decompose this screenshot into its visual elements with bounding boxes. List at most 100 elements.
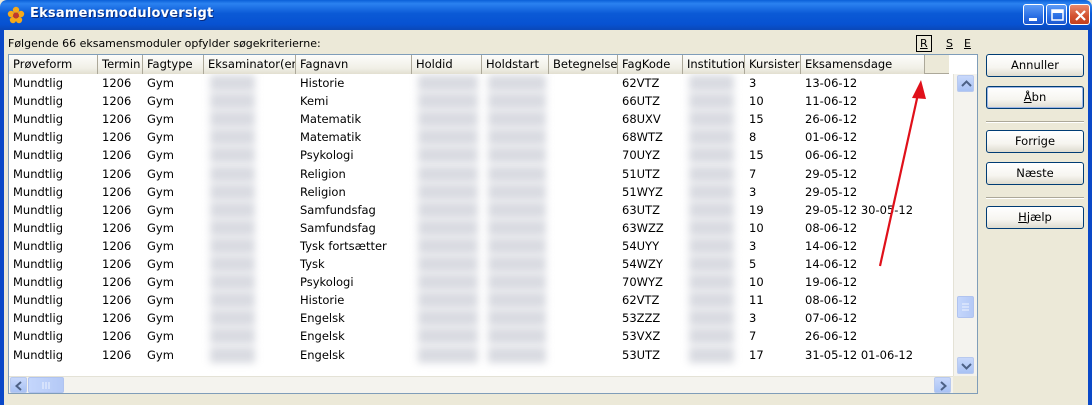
redacted-cell — [689, 147, 734, 164]
table-row[interactable]: Mundtlig 1206 Gym Kemi 66UTZ 10 11-06-12 — [9, 92, 953, 110]
table-cell — [549, 74, 618, 92]
table-body[interactable]: Mundtlig 1206 Gym Historie 62VTZ 3 13-06-12 Mun… — [9, 74, 953, 374]
redacted-cell — [210, 237, 255, 254]
table-cell: 11-06-12 — [805, 94, 858, 109]
table-row[interactable]: Mundtlig 1206 Gym Religion 51WYZ 3 29-05-12 — [9, 183, 953, 200]
table-cell: 1206 — [102, 275, 132, 290]
table-cell: 08-06-12 — [805, 220, 858, 235]
table-cell — [549, 327, 618, 345]
table-row[interactable]: Mundtlig 1206 Gym Tysk 54WZY 5 14-06-12 — [9, 255, 953, 272]
table-row[interactable]: Mundtlig 1206 Gym Engelsk 53VXZ 7 26-06-12 — [9, 327, 953, 345]
table-cell: Mundtlig — [13, 329, 63, 344]
title-bar[interactable]: Eksamensmoduloversigt — [0, 0, 1092, 30]
annuller-button[interactable]: Annuller — [986, 54, 1084, 77]
table-row[interactable]: Mundtlig 1206 Gym Historie 62VTZ 11 08-06-12 — [9, 291, 953, 309]
maximize-icon — [1051, 9, 1064, 21]
minimize-button[interactable] — [1023, 4, 1044, 25]
redacted-cell — [418, 183, 478, 200]
table-cell: Matematik — [300, 112, 362, 127]
abn-mnemonic: Å — [1023, 90, 1032, 104]
vertical-scroll-thumb[interactable] — [957, 296, 974, 318]
redacted-cell — [418, 219, 478, 236]
redacted-cell — [210, 147, 255, 164]
table-row[interactable]: Mundtlig 1206 Gym Religion 51UTZ 7 29-05-12 — [9, 165, 953, 182]
column-header[interactable]: Fagtype — [143, 55, 204, 74]
redacted-cell — [418, 310, 478, 327]
table-row[interactable]: Mundtlig 1206 Gym Psykologi 70WYZ 10 19-06-12 — [9, 273, 953, 291]
scroll-down-button[interactable] — [957, 357, 974, 374]
redacted-cell — [689, 274, 734, 291]
table-cell: Gym — [147, 347, 174, 362]
redacted-cell — [689, 219, 734, 236]
table-cell: Mundtlig — [13, 220, 63, 235]
close-button[interactable] — [1069, 4, 1090, 25]
scroll-up-button[interactable] — [957, 75, 974, 92]
horizontal-scrollbar[interactable] — [9, 376, 953, 393]
table-cell: 14-06-12 — [805, 238, 858, 253]
redacted-cell — [689, 93, 734, 110]
hjaelp-button[interactable]: Hjælp — [986, 206, 1084, 229]
table-row[interactable]: Mundtlig 1206 Gym Matematik 68UXV 15 26-06-12 — [9, 110, 953, 128]
table-row[interactable]: Mundtlig 1206 Gym Matematik 68WTZ 8 01-06-12 — [9, 128, 953, 146]
table-row[interactable]: Mundtlig 1206 Gym Engelsk 53ZZZ 3 07-06-12 — [9, 309, 953, 327]
sort-s-link[interactable]: S — [946, 37, 953, 50]
abn-button[interactable]: Åbn — [986, 86, 1084, 109]
column-header[interactable]: Eksamensdage — [801, 55, 925, 74]
table-cell: Gym — [147, 166, 174, 181]
forrige-label: Forrige — [1014, 134, 1056, 148]
table-cell: Kemi — [300, 94, 329, 109]
redacted-cell — [689, 237, 734, 254]
vertical-scrollbar[interactable] — [953, 74, 977, 376]
scroll-right-button[interactable] — [934, 377, 951, 393]
table-row[interactable]: Mundtlig 1206 Gym Tysk fortsætter 54UYY 3 14-0… — [9, 237, 953, 254]
table-cell: 31-05-12 01-06-12 — [805, 347, 914, 362]
exam-module-table[interactable]: Prøveform Termin Fagtype Eksaminator(er) Fag… — [8, 54, 978, 394]
table-row[interactable]: Mundtlig 1206 Gym Historie 62VTZ 3 13-06-12 — [9, 74, 953, 92]
column-header[interactable]: Termin — [98, 55, 143, 74]
table-cell — [549, 273, 618, 291]
redacted-cell — [488, 147, 546, 164]
table-cell: Gym — [147, 311, 174, 326]
chevron-left-icon — [14, 381, 22, 391]
column-header[interactable]: Fagnavn — [296, 55, 412, 74]
column-header[interactable]: Eksaminator(er) — [204, 55, 296, 74]
column-header[interactable]: FagKode — [618, 55, 683, 74]
maximize-button[interactable] — [1046, 4, 1067, 25]
table-cell — [549, 146, 618, 164]
redacted-cell — [418, 75, 478, 91]
sort-r-link[interactable]: R — [920, 37, 928, 50]
table-cell: 62VTZ — [622, 76, 660, 90]
scroll-left-button[interactable] — [10, 377, 27, 393]
column-header[interactable]: Institution — [683, 55, 745, 74]
redacted-cell — [418, 328, 478, 345]
table-cell: 14-06-12 — [805, 257, 858, 271]
table-cell: 1206 — [102, 112, 132, 127]
column-header[interactable]: Kursister — [745, 55, 801, 74]
column-header[interactable]: Prøveform — [9, 55, 98, 74]
table-cell: Samfundsfag — [300, 220, 376, 235]
table-cell: 66UTZ — [622, 94, 660, 109]
table-row[interactable]: Mundtlig 1206 Gym Samfundsfag 63UTZ 19 29-05-1… — [9, 201, 953, 218]
redacted-cell — [689, 75, 734, 91]
naeste-button[interactable]: Næste — [986, 162, 1084, 185]
redacted-cell — [488, 93, 546, 110]
redacted-cell — [488, 346, 546, 363]
table-cell: 68UXV — [622, 112, 661, 127]
horizontal-scroll-thumb[interactable] — [28, 377, 64, 393]
table-row[interactable]: Mundtlig 1206 Gym Samfundsfag 63WZZ 10 08-06-1… — [9, 219, 953, 236]
column-header[interactable]: Holdstart — [482, 55, 549, 74]
column-header[interactable]: Holdid — [412, 55, 482, 74]
table-cell: Tysk fortsætter — [300, 238, 387, 253]
table-cell: 62VTZ — [622, 293, 660, 308]
redacted-cell — [418, 165, 478, 182]
sort-e-link[interactable]: E — [964, 37, 971, 50]
redacted-cell — [488, 237, 546, 254]
table-cell: Historie — [300, 293, 345, 308]
column-header[interactable]: Betegnelse — [549, 55, 618, 74]
table-cell: 3 — [749, 238, 757, 253]
table-row[interactable]: Mundtlig 1206 Gym Psykologi 70UYZ 15 06-06-12 — [9, 146, 953, 164]
table-cell: 1206 — [102, 94, 132, 109]
table-row[interactable]: Mundtlig 1206 Gym Engelsk 53UTZ 17 31-05-12 01… — [9, 346, 953, 363]
table-cell: 1206 — [102, 329, 132, 344]
forrige-button[interactable]: Forrige — [986, 130, 1084, 153]
